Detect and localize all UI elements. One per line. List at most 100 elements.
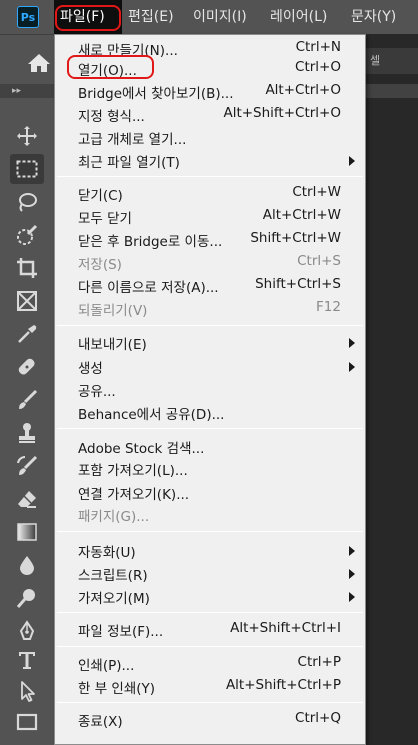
clone-stamp-tool-icon[interactable] — [10, 418, 44, 448]
menu-item-shortcut: Alt+Ctrl+O — [265, 82, 341, 98]
menu-item-open-recent[interactable]: 최근 파일 열기(T) — [55, 149, 365, 172]
menu-item-generate[interactable]: 생성 — [55, 355, 365, 378]
lasso-tool-icon[interactable] — [10, 187, 44, 217]
pen-tool-icon[interactable] — [10, 616, 44, 646]
menu-item-label: 생성 — [78, 361, 103, 377]
submenu-arrow-icon — [349, 156, 355, 166]
marquee-tool-icon[interactable] — [10, 154, 44, 184]
menu-item-close-all[interactable]: 모두 닫기 Alt+Ctrl+W — [55, 205, 365, 228]
collapse-icon[interactable]: ▸▸ — [12, 86, 21, 96]
panel-tab[interactable]: 셀 — [366, 48, 418, 74]
menu-item-place-linked[interactable]: 연결 가져오기(K)... — [55, 481, 365, 504]
menu-item-label: 공유... — [78, 384, 116, 400]
type-tool-icon[interactable] — [10, 645, 44, 675]
menu-item-browse-in-bridge[interactable]: Bridge에서 찾아보기(B)... Alt+Ctrl+O — [55, 80, 365, 103]
eyedropper-tool-icon[interactable] — [10, 319, 44, 349]
menu-item-print[interactable]: 인쇄(P)... Ctrl+P — [55, 652, 365, 675]
submenu-arrow-icon — [349, 338, 355, 348]
file-menu-dropdown: 새로 만들기(N)... Ctrl+N 열기(O)... Ctrl+O Brid… — [54, 34, 366, 745]
menu-item-label: 한 부 인쇄(Y) — [78, 681, 156, 697]
menu-layer[interactable]: 레이어(L) — [270, 0, 327, 34]
menu-item-label: Behance에서 공유(D)... — [78, 407, 225, 423]
move-tool-icon[interactable] — [10, 121, 44, 151]
menu-item-label: 새로 만들기(N)... — [78, 43, 178, 59]
history-brush-tool-icon[interactable] — [10, 451, 44, 481]
menu-item-label: 종료(X) — [78, 714, 123, 730]
photoshop-logo-icon: Ps — [17, 6, 39, 28]
brush-tool-icon[interactable] — [10, 385, 44, 415]
menu-separator — [57, 531, 363, 532]
submenu-arrow-icon — [349, 592, 355, 602]
menu-item-shortcut: Ctrl+N — [295, 39, 341, 55]
menu-item-shortcut: Alt+Shift+Ctrl+P — [225, 677, 341, 693]
menu-item-open-as[interactable]: 지정 형식... Alt+Shift+Ctrl+O — [55, 103, 365, 126]
menu-file-label: 파일(F) — [60, 9, 105, 25]
menu-item-label: 지정 형식... — [78, 109, 145, 125]
menu-separator — [57, 702, 363, 703]
menu-bar: Ps 파일(F) 편집(E) 이미지(I) 레이어(L) 문자(Y) — [0, 0, 418, 34]
menu-edit[interactable]: 편집(E) — [128, 0, 174, 34]
menu-item-label: Bridge에서 찾아보기(B)... — [78, 86, 234, 102]
menu-item-label: 최근 파일 열기(T) — [78, 155, 180, 171]
menu-item-label: 고급 개체로 열기... — [78, 132, 187, 148]
menu-item-label: 다른 이름으로 저장(A)... — [78, 280, 219, 296]
path-selection-tool-icon[interactable] — [10, 676, 44, 706]
crop-tool-icon[interactable] — [10, 253, 44, 283]
menu-item-file-info[interactable]: 파일 정보(F)... Alt+Shift+Ctrl+I — [55, 618, 365, 641]
menu-item-label: 닫은 후 Bridge로 이동... — [78, 234, 223, 250]
menu-item-shortcut: Ctrl+P — [297, 654, 341, 670]
menu-item-label: 자동화(U) — [78, 545, 136, 561]
frame-tool-icon[interactable] — [10, 286, 44, 316]
menu-separator — [57, 176, 363, 177]
menu-separator — [57, 428, 363, 429]
menu-item-label: Adobe Stock 검색... — [78, 441, 205, 457]
menu-item-label: 패키지(G)... — [78, 509, 150, 525]
gradient-tool-icon[interactable] — [10, 517, 44, 547]
menu-item-export[interactable]: 내보내기(E) — [55, 331, 365, 354]
menu-item-label: 인쇄(P)... — [78, 658, 135, 674]
menu-item-label: 모두 닫기 — [78, 211, 132, 227]
menu-item-automate[interactable]: 자동화(U) — [55, 539, 365, 562]
quick-selection-tool-icon[interactable] — [10, 220, 44, 250]
menu-item-share-on-behance[interactable]: Behance에서 공유(D)... — [55, 401, 365, 424]
menu-item-shortcut: Ctrl+W — [292, 184, 341, 200]
menu-item-open-as-smart-object[interactable]: 고급 개체로 열기... — [55, 126, 365, 149]
tools-panel-header — [0, 84, 54, 98]
menu-item-label: 열기(O)... — [78, 63, 137, 79]
menu-item-print-one-copy[interactable]: 한 부 인쇄(Y) Alt+Shift+Ctrl+P — [55, 675, 365, 698]
menu-item-shortcut: Ctrl+S — [297, 253, 341, 269]
menu-item-label: 닫기(C) — [78, 188, 123, 204]
menu-item-exit[interactable]: 종료(X) Ctrl+Q — [55, 708, 365, 731]
menu-item-label: 파일 정보(F)... — [78, 624, 164, 640]
eraser-tool-icon[interactable] — [10, 484, 44, 514]
menu-item-scripts[interactable]: 스크립트(R) — [55, 562, 365, 585]
blur-tool-icon[interactable] — [10, 550, 44, 580]
menu-item-shortcut: Ctrl+Q — [295, 710, 341, 726]
dodge-tool-icon[interactable] — [10, 583, 44, 613]
menu-item-close-and-go-to-bridge[interactable]: 닫은 후 Bridge로 이동... Shift+Ctrl+W — [55, 228, 365, 251]
menu-item-close[interactable]: 닫기(C) Ctrl+W — [55, 182, 365, 205]
healing-brush-tool-icon[interactable] — [10, 352, 44, 382]
menu-item-label: 스크립트(R) — [78, 568, 148, 584]
menu-item-package: 패키지(G)... — [55, 503, 365, 526]
menu-type[interactable]: 문자(Y) — [351, 0, 396, 34]
rectangle-tool-icon[interactable] — [10, 707, 44, 737]
menu-item-save-as[interactable]: 다른 이름으로 저장(A)... Shift+Ctrl+S — [55, 274, 365, 297]
menu-item-label: 되돌리기(V) — [78, 303, 148, 319]
home-icon[interactable] — [26, 52, 52, 74]
menu-item-shortcut: Ctrl+O — [295, 59, 341, 75]
menu-image[interactable]: 이미지(I) — [193, 0, 247, 34]
menu-item-save: 저장(S) Ctrl+S — [55, 251, 365, 274]
menu-item-import[interactable]: 가져오기(M) — [55, 585, 365, 608]
menu-item-place-embedded[interactable]: 포함 가져오기(L)... — [55, 457, 365, 480]
menu-item-label: 연결 가져오기(K)... — [78, 487, 190, 503]
menu-item-label: 저장(S) — [78, 257, 122, 273]
menu-item-open[interactable]: 열기(O)... Ctrl+O — [55, 57, 365, 80]
menu-file[interactable]: 파일(F) — [54, 0, 122, 34]
menu-item-search-adobe-stock[interactable]: Adobe Stock 검색... — [55, 435, 365, 458]
document-area — [366, 34, 418, 745]
menu-separator — [57, 612, 363, 613]
menu-item-share[interactable]: 공유... — [55, 378, 365, 401]
menu-separator — [57, 325, 363, 326]
menu-item-shortcut: Alt+Shift+Ctrl+O — [223, 105, 341, 121]
